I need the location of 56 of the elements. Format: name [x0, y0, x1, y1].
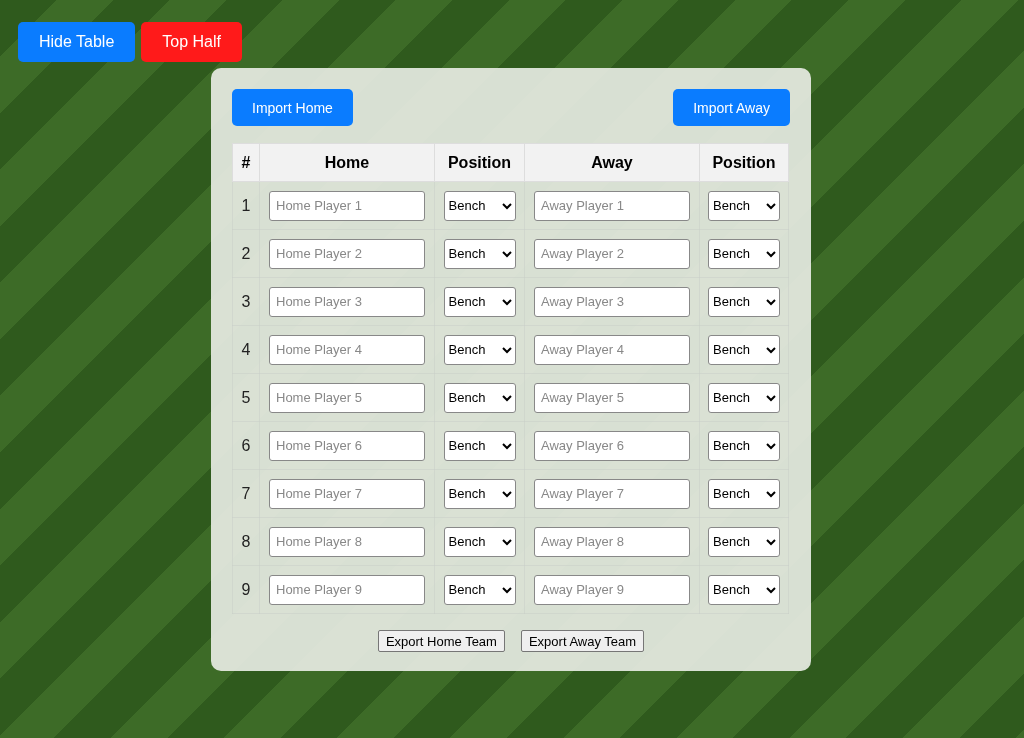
position-dropdown[interactable]: Bench — [708, 526, 780, 557]
player-name-field[interactable]: Home Player 9 — [269, 574, 425, 605]
row-number: 4 — [232, 325, 260, 374]
position-dropdown[interactable]: Bench — [443, 334, 516, 365]
position-dropdown[interactable]: Bench — [443, 382, 516, 413]
player-name-field[interactable]: Home Player 4 — [269, 334, 425, 365]
export-button[interactable]: Export Away Team — [520, 630, 645, 652]
column-header: Position — [699, 143, 789, 182]
row-number: 5 — [232, 373, 260, 422]
player-name-field[interactable]: Away Player 4 — [534, 334, 690, 365]
position-dropdown[interactable]: Bench — [708, 382, 780, 413]
position-dropdown[interactable]: Bench — [443, 238, 516, 269]
player-name-field[interactable]: Away Player 9 — [534, 574, 690, 605]
column-header: # — [232, 143, 260, 182]
player-name-field[interactable]: Away Player 6 — [534, 430, 690, 461]
export-button[interactable]: Export Home Team — [377, 630, 505, 652]
position-dropdown[interactable]: Bench — [708, 238, 780, 269]
player-name-field[interactable]: Home Player 6 — [269, 430, 425, 461]
player-name-field[interactable]: Away Player 8 — [534, 526, 690, 557]
player-name-field[interactable]: Home Player 1 — [269, 190, 425, 221]
position-dropdown[interactable]: Bench — [708, 430, 780, 461]
import-button[interactable]: Import Home — [232, 89, 353, 126]
position-dropdown[interactable]: Bench — [708, 334, 780, 365]
position-dropdown[interactable]: Bench — [443, 190, 516, 221]
column-header: Home — [259, 143, 435, 182]
toggle-button[interactable]: Hide Table — [18, 22, 136, 62]
import-button[interactable]: Import Away — [673, 89, 790, 126]
player-name-field[interactable]: Away Player 5 — [534, 382, 690, 413]
column-header: Position — [434, 143, 525, 182]
player-name-field[interactable]: Away Player 2 — [534, 238, 690, 269]
row-number: 7 — [232, 469, 260, 518]
position-dropdown[interactable]: Bench — [708, 286, 780, 317]
position-dropdown[interactable]: Bench — [443, 478, 516, 509]
player-name-field[interactable]: Home Player 8 — [269, 526, 425, 557]
row-number: 1 — [232, 181, 260, 230]
player-name-field[interactable]: Home Player 2 — [269, 238, 425, 269]
row-number: 2 — [232, 229, 260, 278]
row-number: 9 — [232, 565, 260, 614]
player-name-field[interactable]: Away Player 1 — [534, 190, 690, 221]
player-name-field[interactable]: Home Player 3 — [269, 286, 425, 317]
row-number: 8 — [232, 517, 260, 566]
player-name-field[interactable]: Away Player 3 — [534, 286, 690, 317]
position-dropdown[interactable]: Bench — [443, 430, 516, 461]
player-name-field[interactable]: Home Player 5 — [269, 382, 425, 413]
position-dropdown[interactable]: Bench — [443, 526, 516, 557]
player-name-field[interactable]: Home Player 7 — [269, 478, 425, 509]
toggle-button[interactable]: Top Half — [141, 22, 242, 62]
position-dropdown[interactable]: Bench — [708, 478, 780, 509]
position-dropdown[interactable]: Bench — [443, 286, 516, 317]
player-name-field[interactable]: Away Player 7 — [534, 478, 690, 509]
row-number: 6 — [232, 421, 260, 470]
position-dropdown[interactable]: Bench — [443, 574, 516, 605]
position-dropdown[interactable]: Bench — [708, 190, 780, 221]
row-number: 3 — [232, 277, 260, 326]
position-dropdown[interactable]: Bench — [708, 574, 780, 605]
column-header: Away — [524, 143, 700, 182]
